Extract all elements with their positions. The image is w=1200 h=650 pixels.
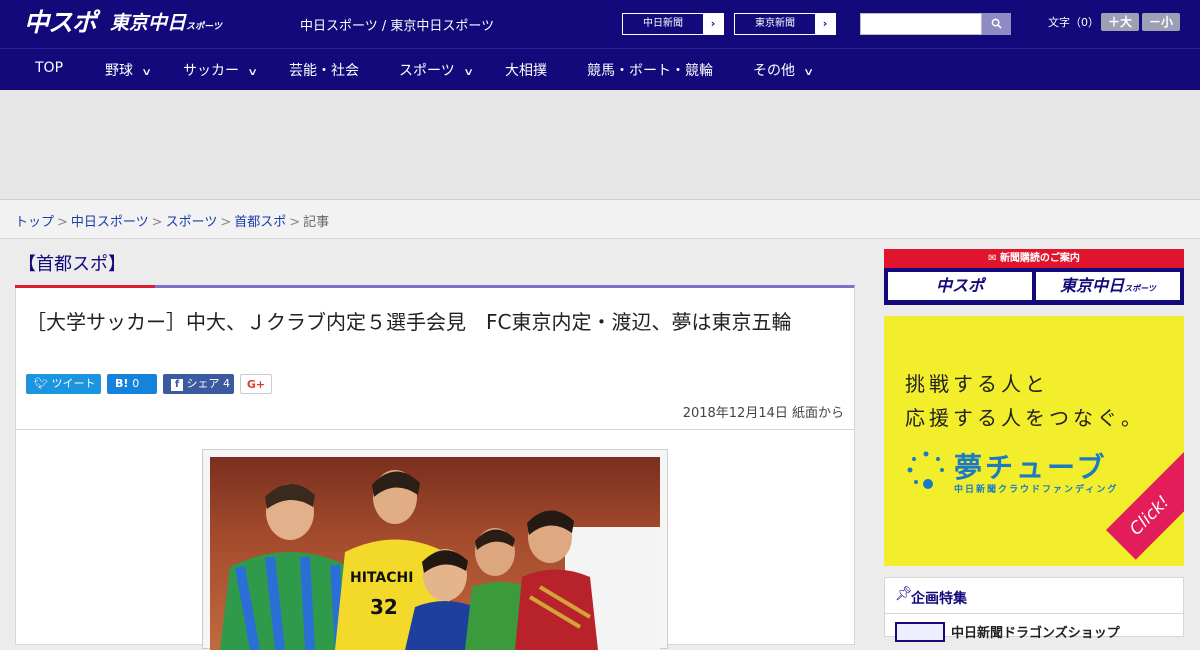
facebook-share-label: シェア (186, 377, 220, 390)
nav-label: 競馬・ボート・競輪 (587, 63, 713, 79)
subscription-banner[interactable]: ✉︎ 新聞購読のご案内 中スポ 東京中日スポーツ (884, 249, 1184, 305)
ad-line-2: 応援する人をつなぐ。 (905, 406, 1145, 430)
breadcrumb-link-shuto-spo[interactable]: 首都スポ (234, 215, 286, 230)
nav-label: 芸能・社会 (289, 63, 359, 79)
ad-brand: 夢チューブ (954, 451, 1108, 484)
search-icon (991, 18, 1002, 29)
breadcrumb-separator: > (57, 215, 68, 230)
ad-brand-sub: 中日新聞クラウドファンディング (954, 485, 1119, 495)
tweet-button[interactable]: 🐦︎ ツイート (26, 374, 101, 394)
article-photo-frame: HITACHI 32 (202, 449, 668, 650)
hatena-icon: B! (115, 377, 129, 390)
feature-title: 企画特集 (911, 591, 967, 607)
article-divider (16, 429, 854, 430)
chevron-down-icon: ∨ (247, 67, 259, 78)
feature-item-dragons-shop[interactable]: 中日新聞ドラゴンズショップ (951, 622, 1120, 641)
dragons-shop-thumbnail[interactable] (895, 622, 945, 642)
top-header: 中スポ 東京中日スポーツ 中日スポーツ / 東京中日スポーツ 中日新聞 › 東京… (0, 0, 1200, 48)
nav-label: サッカー (183, 63, 239, 79)
svg-text:32: 32 (370, 595, 398, 619)
nav-item-sports[interactable]: スポーツ ∨ (399, 60, 474, 80)
subscribe-tokyo-small: スポーツ (1124, 284, 1156, 293)
chevron-down-icon: ∨ (141, 67, 153, 78)
ad-banner-space (0, 90, 1200, 200)
chevron-down-icon: ∨ (803, 67, 815, 78)
chevron-down-icon: ∨ (462, 67, 474, 78)
article-card: ［大学サッカー］中大、Ｊクラブ内定５選手会見 FC東京内定・渡辺、夢は東京五輪 … (15, 285, 855, 650)
article-photo[interactable]: HITACHI 32 (210, 457, 660, 650)
google-plus-button[interactable]: G+ (240, 374, 272, 394)
feature-box-header: 📌︎ 企画特集 (885, 578, 1183, 614)
nav-label: TOP (35, 60, 64, 76)
site-title: 中日スポーツ / 東京中日スポーツ (300, 19, 495, 34)
subscription-heading: ✉︎ 新聞購読のご案内 (884, 249, 1184, 268)
breadcrumb-link-sports[interactable]: スポーツ (166, 215, 218, 230)
nav-label: 大相撲 (505, 63, 547, 79)
main-nav: TOP 野球 ∨ サッカー ∨ 芸能・社会 スポーツ ∨ 大相撲 競馬・ボート・競輪 … (0, 48, 1200, 90)
svg-text:HITACHI: HITACHI (350, 570, 413, 586)
ad-line-1: 挑戦する人と (905, 372, 1049, 396)
font-size-label: 文字（0） (1048, 16, 1099, 29)
breadcrumb-separator: > (151, 215, 163, 230)
breadcrumb-link-top[interactable]: トップ (15, 215, 54, 230)
font-decrease-button[interactable]: －小 (1142, 13, 1180, 31)
nav-item-keiba[interactable]: 競馬・ボート・競輪 (587, 60, 713, 80)
breadcrumb-current: 記事 (303, 215, 330, 230)
yume-tube-dots-icon (907, 451, 944, 489)
tokyo-logo-text: 東京中日 (110, 12, 187, 34)
tokyo-logo-small: スポーツ (186, 22, 222, 32)
hatena-bookmark-button[interactable]: B! 0 (107, 374, 157, 394)
hatena-count: 0 (132, 377, 140, 390)
chevron-right-icon: › (815, 14, 835, 34)
chunichi-shimbun-link[interactable]: 中日新聞 › (622, 13, 724, 35)
chuspo-logo[interactable]: 中スポ (24, 8, 97, 38)
nav-item-sumo[interactable]: 大相撲 (505, 60, 547, 80)
facebook-share-button[interactable]: f シェア 4 (163, 374, 234, 394)
chevron-right-icon: › (703, 14, 723, 34)
facebook-icon: f (171, 379, 183, 391)
breadcrumb-link-chunichi-sports[interactable]: 中日スポーツ (71, 215, 149, 230)
twitter-bird-icon: 🐦︎ (34, 377, 48, 390)
nav-item-other[interactable]: その他 ∨ (753, 60, 815, 80)
nav-item-top[interactable]: TOP (35, 60, 63, 76)
subscribe-tokyo-chunichi-button[interactable]: 東京中日スポーツ (1036, 272, 1180, 300)
tokyo-chunichi-logo[interactable]: 東京中日スポーツ (110, 11, 222, 39)
breadcrumb-separator: > (220, 215, 232, 230)
article-title: ［大学サッカー］中大、Ｊクラブ内定５選手会見 FC東京内定・渡辺、夢は東京五輪 (26, 310, 792, 334)
font-increase-button[interactable]: ＋大 (1101, 13, 1139, 31)
section-label: 【首都スポ】 (18, 254, 126, 275)
yume-tube-ad[interactable]: 挑戦する人と 応援する人をつなぐ。 夢チューブ 中日新聞クラウドファンディング … (884, 316, 1184, 566)
tokyo-shimbun-label: 東京新聞 (755, 18, 795, 29)
chunichi-shimbun-label: 中日新聞 (643, 18, 683, 29)
subscribe-tokyo-label: 東京中日 (1060, 276, 1125, 295)
tweet-label: ツイート (51, 377, 96, 390)
search-input[interactable] (860, 13, 982, 35)
section-accent-bar (15, 285, 155, 288)
nav-label: その他 (753, 63, 795, 79)
article-date: 2018年12月14日 紙面から (682, 406, 844, 421)
tokyo-shimbun-link[interactable]: 東京新聞 › (734, 13, 836, 35)
nav-label: スポーツ (399, 63, 455, 79)
newspaper-icon: ✉︎ (988, 253, 997, 264)
search-button[interactable] (982, 13, 1011, 35)
subscription-heading-text: 新聞購読のご案内 (999, 253, 1080, 264)
subscribe-chuspo-button[interactable]: 中スポ (888, 272, 1032, 300)
breadcrumb-separator: > (289, 215, 301, 230)
feature-box: 📌︎ 企画特集 中日新聞ドラゴンズショップ (884, 577, 1184, 642)
breadcrumb: トップ > 中日スポーツ > スポーツ > 首都スポ > 記事 (0, 200, 1200, 239)
facebook-share-count: 4 (223, 377, 230, 390)
players-photo-illustration: HITACHI 32 (220, 470, 660, 650)
nav-item-baseball[interactable]: 野球 ∨ (105, 60, 153, 80)
nav-item-soccer[interactable]: サッカー ∨ (183, 60, 259, 80)
nav-label: 野球 (105, 63, 133, 79)
share-buttons: 🐦︎ ツイート B! 0 f シェア 4 G+ (26, 374, 272, 394)
nav-item-entertainment[interactable]: 芸能・社会 (289, 60, 359, 80)
